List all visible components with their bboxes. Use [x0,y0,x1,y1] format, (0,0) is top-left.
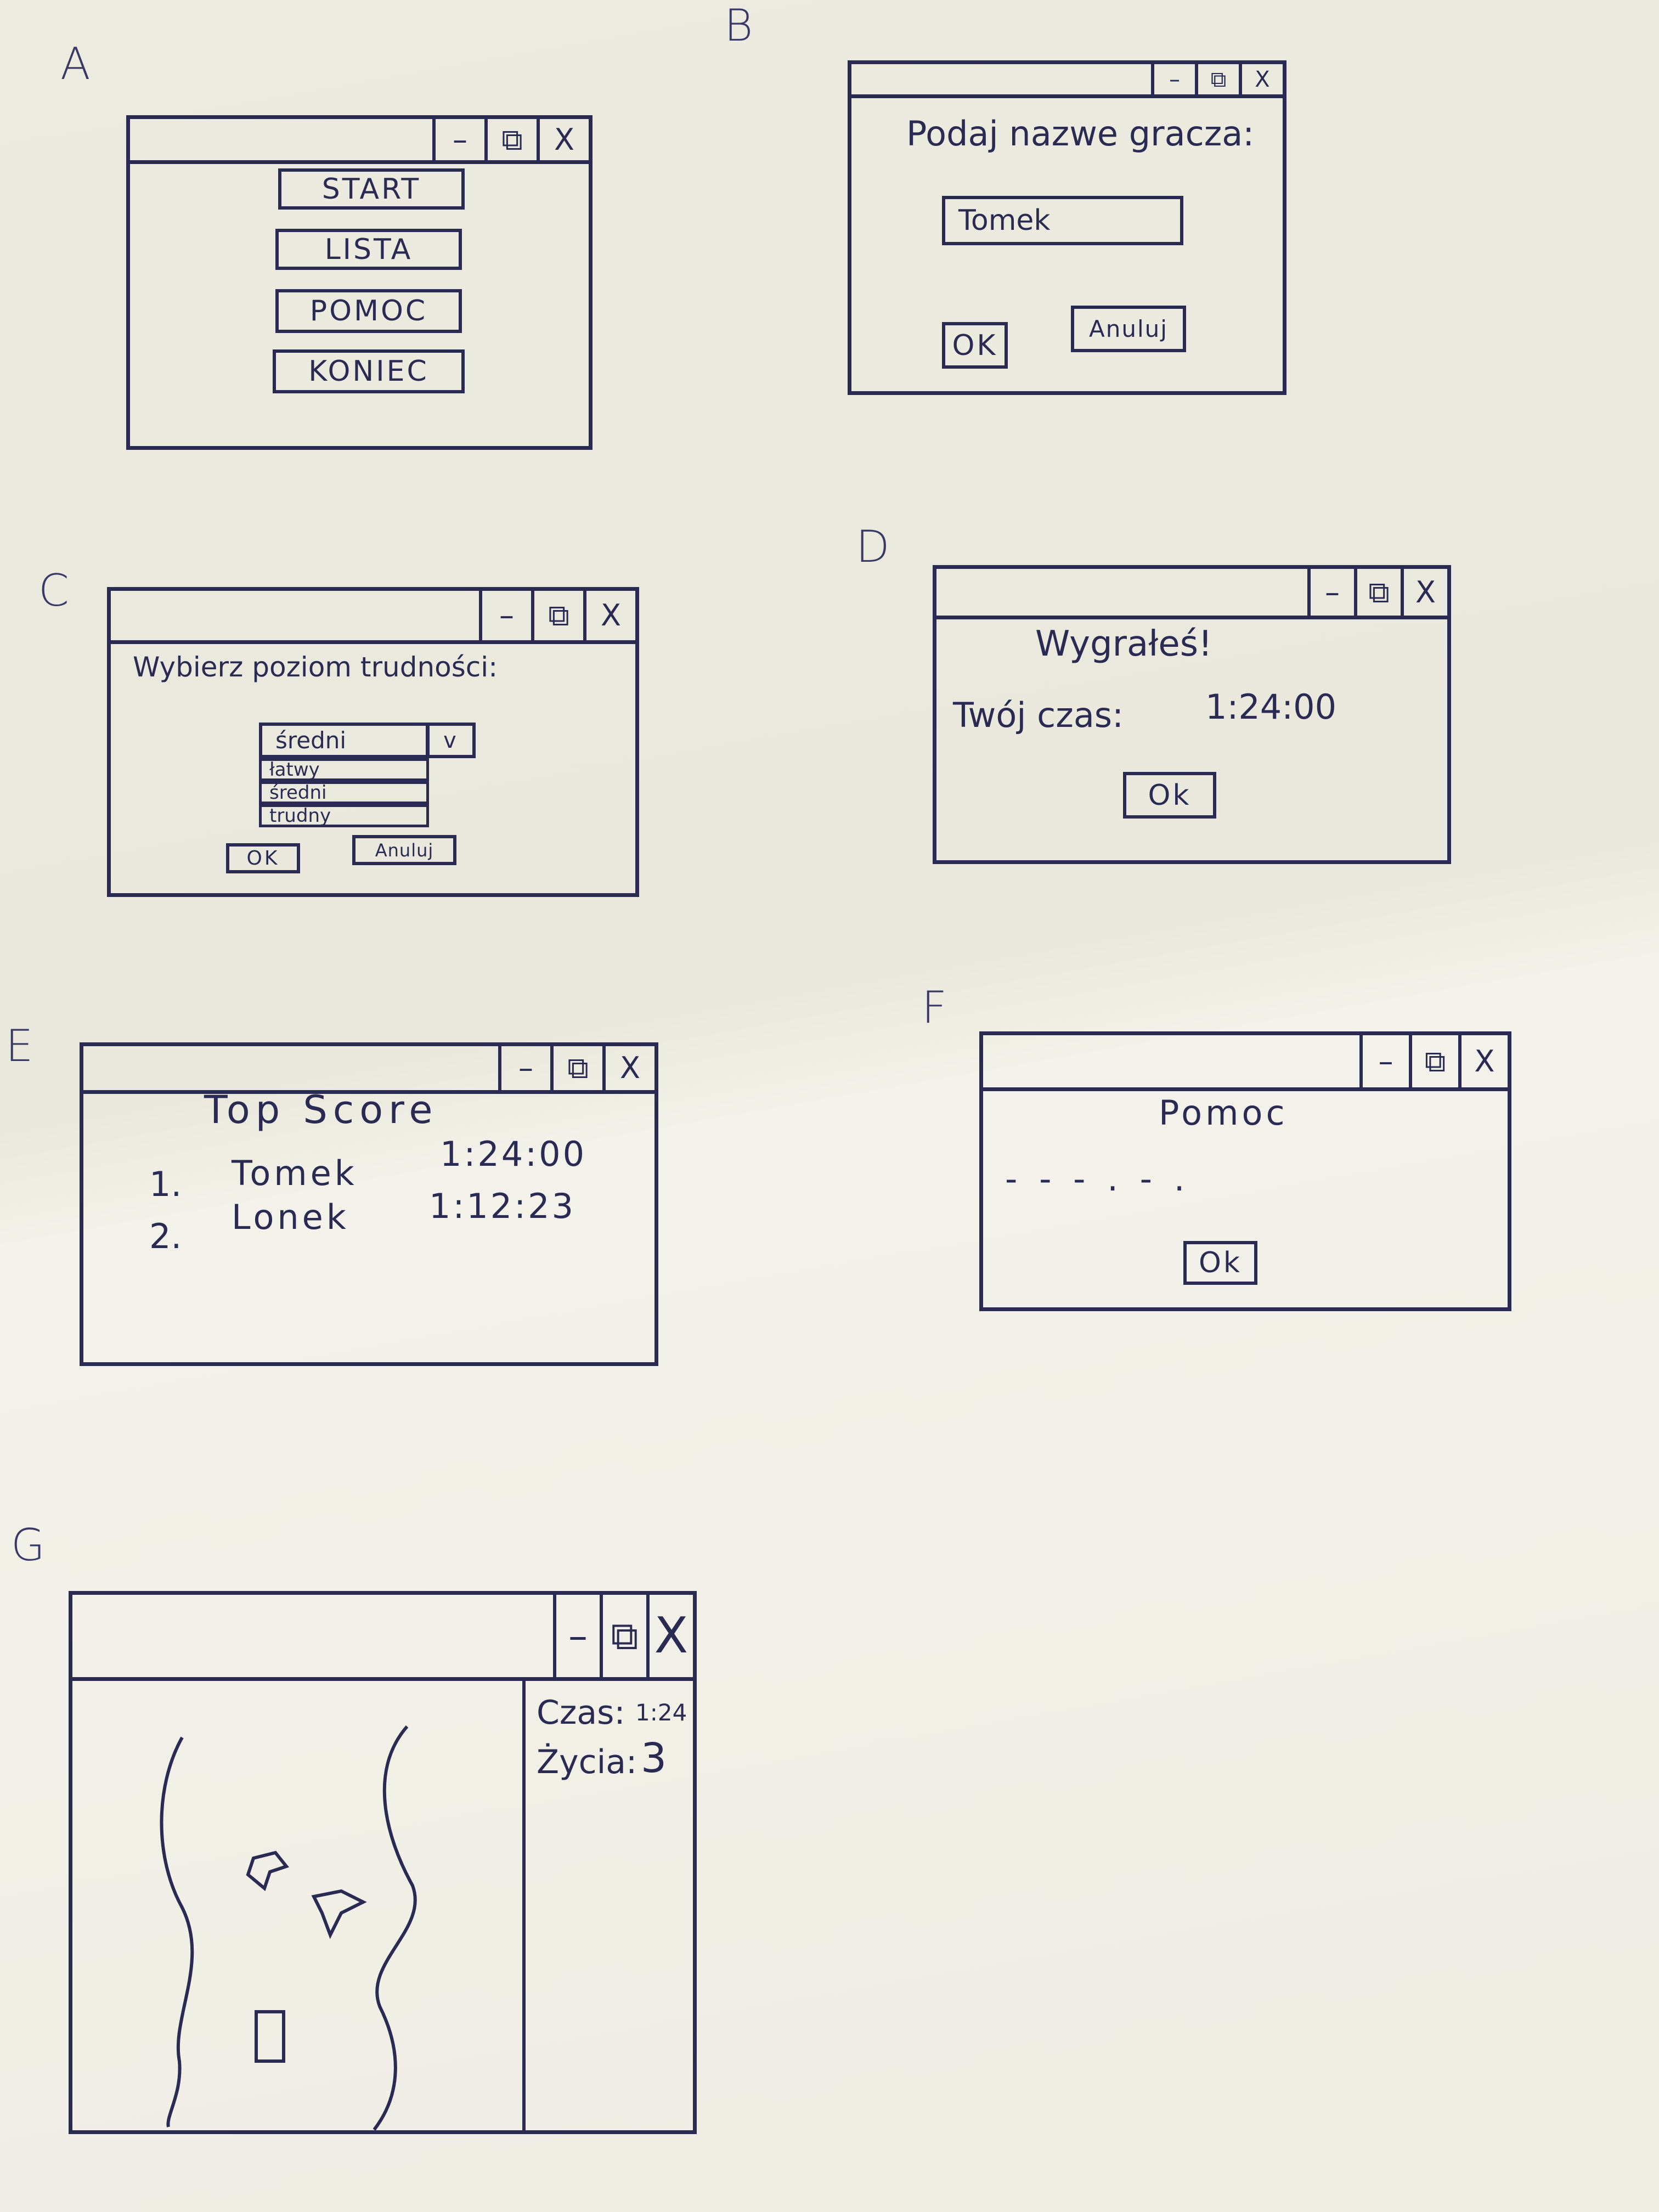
sketch-label-a: A [60,38,91,89]
ok-button[interactable]: Ok [1183,1241,1257,1285]
close-icon[interactable]: X [1458,1035,1508,1087]
close-icon[interactable]: X [646,1595,693,1677]
obstacle-icon [311,1889,367,1939]
sketch-label-e: E [5,1020,33,1071]
maximize-icon[interactable]: ⧉ [1354,569,1401,616]
time-value: 1:24 [635,1699,687,1726]
help-title: Pomoc [1159,1093,1288,1133]
river-bank-left [160,1736,194,2128]
minimize-icon[interactable]: – [432,119,484,160]
cancel-button[interactable]: Anuluj [1071,306,1186,352]
lives-value: 3 [641,1735,667,1782]
maximize-icon[interactable]: ⧉ [550,1046,602,1090]
close-icon[interactable]: X [1239,64,1283,94]
sketch-label-f: F [922,982,947,1033]
title-bar[interactable]: – ⧉ X [72,1595,693,1681]
player-name-prompt: Podaj nazwe gracza: [906,114,1255,154]
help-dialog: – ⧉ X Pomoc - - - . - . Ok [979,1031,1511,1311]
difficulty-option-hard[interactable]: trudny [259,804,429,827]
score-rank: 1. [149,1164,182,1204]
sketch-label-b: B [724,0,753,51]
player-name-dialog: – ⧉ X Podaj nazwe gracza: Tomek OK Anulu… [848,60,1286,395]
close-icon[interactable]: X [602,1046,654,1090]
maximize-icon[interactable]: ⧉ [600,1595,646,1677]
maximize-icon[interactable]: ⧉ [484,119,537,160]
sketch-label-c: C [38,565,69,616]
minimize-icon[interactable]: – [1307,569,1354,616]
title-bar[interactable]: – ⧉ X [83,1046,654,1094]
game-sidebar: Czas: 1:24 Życia: 3 [522,1677,687,2130]
ok-button[interactable]: OK [942,322,1008,369]
maximize-icon[interactable]: ⧉ [1409,1035,1458,1087]
win-heading: Wygrałeś! [1035,624,1212,664]
start-button[interactable]: START [278,168,465,210]
list-button[interactable]: LISTA [275,229,462,270]
game-window: – ⧉ X Czas: 1:24 Życia: 3 [69,1591,697,2134]
chevron-down-icon[interactable]: v [426,723,476,758]
time-label: Czas: [537,1694,625,1732]
time-value: 1:24:00 [1205,687,1337,727]
player-name-input[interactable]: Tomek [942,196,1183,245]
title-bar[interactable]: – ⧉ X [130,119,589,164]
cancel-button[interactable]: Anuluj [352,835,456,865]
score-time: 1:24:00 [440,1134,587,1174]
game-board-drawing [160,1725,417,2131]
close-icon[interactable]: X [1401,569,1447,616]
difficulty-prompt: Wybierz poziom trudności: [133,651,498,683]
score-time: 1:12:23 [429,1186,576,1226]
game-board[interactable] [72,1677,522,2131]
minimize-icon[interactable]: – [1359,1035,1409,1087]
river-bank-right [373,1725,417,2131]
lives-label: Życia: [537,1743,637,1781]
sketch-label-d: D [856,521,890,572]
title-bar[interactable]: – ⧉ X [851,64,1283,98]
obstacle-icon [246,1850,290,1892]
minimize-icon[interactable]: – [1151,64,1195,94]
score-name: Lonek [232,1197,349,1237]
minimize-icon[interactable]: – [498,1046,550,1090]
sketch-label-g: G [11,1520,45,1571]
close-icon[interactable]: X [537,119,589,160]
title-bar[interactable]: – ⧉ X [936,569,1447,619]
title-bar[interactable]: – ⧉ X [983,1035,1508,1091]
score-name: Tomek [232,1153,358,1193]
top-score-window: – ⧉ X Top Score 1. Tomek 1:24:00 2. Lone… [80,1042,658,1366]
difficulty-option-easy[interactable]: łatwy [259,758,429,781]
difficulty-option-medium[interactable]: średni [259,781,429,804]
help-button[interactable]: POMOC [275,289,462,333]
score-rank: 2. [149,1216,182,1256]
main-menu-window: – ⧉ X START LISTA POMOC KONIEC [126,115,592,450]
ok-button[interactable]: OK [226,843,300,873]
close-icon[interactable]: X [583,591,635,640]
title-bar[interactable]: – ⧉ X [111,591,635,644]
maximize-icon[interactable]: ⧉ [531,591,583,640]
exit-button[interactable]: KONIEC [273,349,465,393]
minimize-icon[interactable]: – [553,1595,600,1677]
time-label: Twój czas: [953,695,1124,735]
minimize-icon[interactable]: – [479,591,531,640]
player-icon [255,2010,285,2063]
help-body: - - - . - . [1005,1159,1190,1199]
difficulty-dialog: – ⧉ X Wybierz poziom trudności: średni v… [107,587,639,897]
difficulty-select[interactable]: średni [259,723,429,758]
ok-button[interactable]: Ok [1123,772,1216,819]
maximize-icon[interactable]: ⧉ [1195,64,1239,94]
win-dialog: – ⧉ X Wygrałeś! Twój czas: 1:24:00 Ok [933,565,1451,864]
top-score-title: Top Score [204,1087,438,1132]
